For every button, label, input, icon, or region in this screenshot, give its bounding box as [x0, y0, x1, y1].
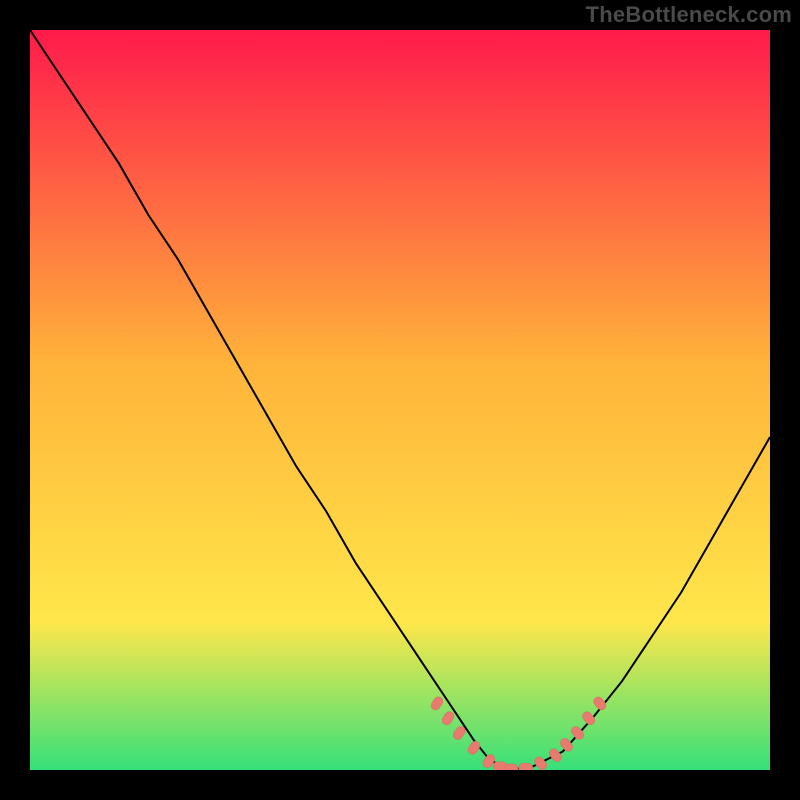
curve-marker [504, 764, 518, 770]
gradient-background [30, 30, 770, 770]
plot-area [30, 30, 770, 770]
bottleneck-chart [30, 30, 770, 770]
chart-frame: TheBottleneck.com [0, 0, 800, 800]
watermark-text: TheBottleneck.com [586, 2, 792, 28]
curve-marker [519, 763, 533, 770]
